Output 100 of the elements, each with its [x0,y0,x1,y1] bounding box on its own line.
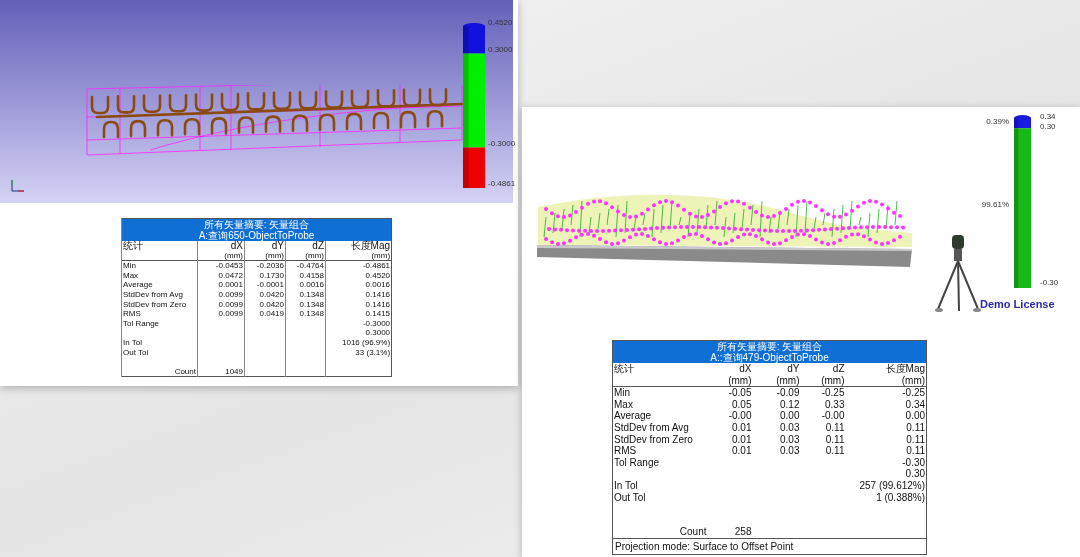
table-cell: 0.03 [752,421,801,434]
table-cell-text: 0.11 [905,445,927,457]
table-cell: 0.1415 [325,309,392,319]
row-label: RMS [613,445,638,457]
license-label: Demo License [980,298,1055,310]
table-cell: 0.1416 [325,299,392,310]
table-cell: -0.09 [752,386,801,399]
table-cell-text: 0.00 [904,410,927,422]
scale-label: 0.34 [1040,112,1056,121]
table-cell: 0.0099 [197,309,245,319]
table-cell: -0.0453 [197,260,245,271]
row-label: StdDev from Avg [121,289,198,300]
table-cell-text: -0.00 [727,410,753,422]
scale-label: 0.4520 [488,18,513,27]
table-subtitle: A:查询650-ObjectToProbe [121,230,392,241]
row-label: StdDev from Avg [613,421,690,434]
table-cell: 0.11 [800,433,846,446]
row-label: Min [121,260,198,271]
column-header: 统计 [121,241,198,251]
table-subtitle: A::查询479-ObjectToProbe [612,352,927,363]
table-cell-text: 0.05 [731,398,753,411]
unit-label: (mm) [244,250,286,261]
table-cell: 0.03 [752,433,801,446]
column-header: 统计 [612,363,708,375]
column-header: dZ [285,241,326,251]
row-label: Tol Range [613,456,661,469]
table-cell: -0.4764 [285,260,326,271]
table-cell: 0.0420 [244,289,286,300]
scale-label: 0.3000 [488,45,513,54]
unit-label: (mm) [325,250,392,261]
row-label: Out Tol [121,347,198,358]
table-cell: 0.1730 [244,270,286,281]
row-label: Average [121,280,198,290]
table-cell: 0.1416 [325,289,392,300]
table-cell-text: 0.11 [905,421,927,434]
table-cell: 0.03 [752,445,801,457]
row-label: Tol Range [121,318,198,329]
scale-label: -0.3000 [488,139,516,148]
table-cell-text: -0.30 [901,456,927,469]
unit-label: (mm) [845,374,927,387]
table-cell: 0.0016 [285,280,326,290]
column-header: dY [244,241,286,251]
table-cell: -0.05 [707,386,753,399]
table-title: 所有矢量摘要: 矢量组合 [612,340,927,352]
table-cell: 0.0472 [197,270,245,281]
table-cell: 0.0419 [244,309,286,319]
table-cell: -0.25 [845,386,927,399]
table-cell: 0.4520 [325,270,392,281]
column-header: dZ [800,363,846,375]
projection-mode-label: Projection mode: Surface to Offset Point [612,538,927,555]
row-label: Average [613,410,653,422]
table-cell: 0.1348 [285,309,326,319]
table-cell: -0.4861 [325,260,392,271]
row-label: Min [612,386,708,399]
unit-label: (mm) [707,374,753,387]
percentage-label: 0.39% [986,117,1009,126]
column-header: 长度Mag [845,363,927,375]
table-cell: 0.0420 [244,299,286,310]
row-label: In Tol [613,479,639,492]
unit-label: (mm) [197,250,245,261]
table-cell: -0.0001 [244,280,286,290]
row-label: Out Tol [613,491,647,504]
table-cell: -0.3000 [325,318,392,329]
column-header: dY [752,363,801,375]
table-cell: 0.0099 [197,299,245,310]
scale-label: 0.30 [1040,122,1056,131]
table-cell: 0.00 [752,410,801,422]
table-cell: 0.1348 [285,299,326,310]
table-cell-text: 0.11 [905,433,927,446]
row-label: StdDev from Zero [613,433,694,446]
column-header: dX [197,241,245,251]
scale-label: -0.4861 [488,179,516,188]
table-cell: -0.2036 [244,260,286,271]
row-label: Count [612,526,708,539]
table-cell: 0.0099 [197,289,245,300]
table-cell: 1049 [197,366,245,377]
table-cell: 33 (3.1%) [325,347,392,358]
column-header: 长度Mag [325,241,392,251]
axis-icon [9,179,25,193]
row-label: RMS [121,309,198,319]
table-cell: 0.11 [800,421,846,434]
percentage-label: 99.61% [981,200,1009,209]
table-cell: 0.33 [800,398,846,411]
table-cell-text: 0.34 [904,398,927,411]
row-label: StdDev from Zero [121,299,198,310]
row-label: Count [121,366,198,377]
table-cell: 0.4158 [285,270,326,281]
unit-label: (mm) [752,374,801,387]
table-cell-text: 0.01 [731,445,753,457]
table-cell-text: 0.01 [731,421,753,434]
row-label: In Tol [121,337,198,348]
table-cell-text: 257 (99.612%) [858,479,927,492]
table-cell: 0.1348 [285,289,326,300]
scale-label: -0.30 [1040,278,1059,287]
unit-label: (mm) [800,374,846,387]
table-cell: 0.12 [752,398,801,411]
table-cell-text: 1 (0.388%) [875,491,927,504]
table-cell: 0.3000 [325,328,392,338]
table-cell: 258 [707,526,753,539]
table-cell: 1016 (96.9%) [325,337,392,348]
